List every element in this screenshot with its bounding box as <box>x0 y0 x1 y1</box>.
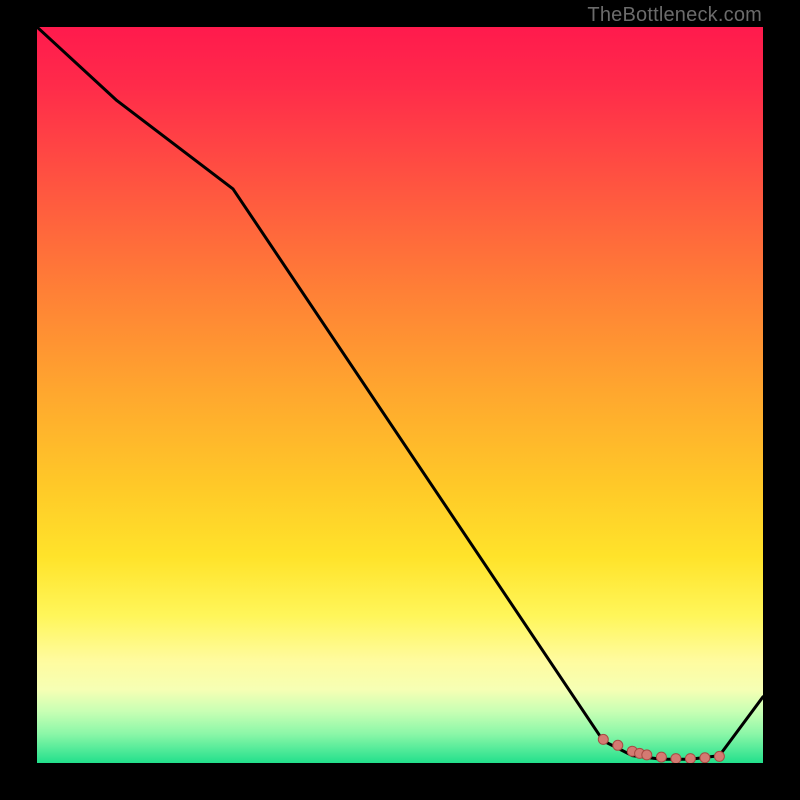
chart-markers <box>598 734 724 763</box>
chart-marker-dot <box>685 754 695 763</box>
chart-overlay-svg <box>37 27 763 763</box>
attribution-text: TheBottleneck.com <box>587 4 762 27</box>
chart-plot-area <box>37 27 763 763</box>
chart-marker-dot <box>656 752 666 762</box>
chart-marker-dot <box>671 754 681 763</box>
chart-line-series <box>37 27 763 759</box>
chart-marker-dot <box>598 734 608 744</box>
chart-marker-dot <box>700 753 710 763</box>
chart-marker-dot <box>613 740 623 750</box>
chart-marker-dot <box>642 750 652 760</box>
chart-marker-dot <box>714 751 724 761</box>
